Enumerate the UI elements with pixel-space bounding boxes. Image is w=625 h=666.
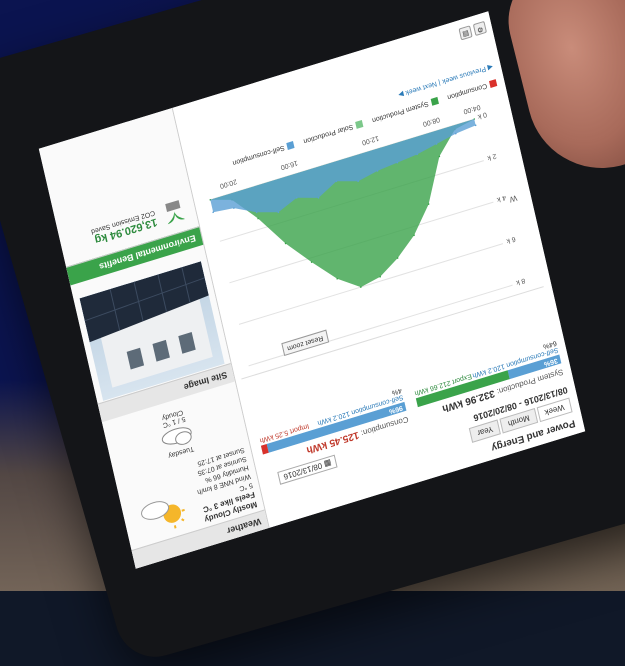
self-consumption-pct: 36% bbox=[543, 356, 559, 368]
week-nav-separator: | bbox=[437, 78, 442, 86]
date-picker-value: 08/13/2016 bbox=[282, 460, 323, 482]
y-tick-label: 0 k bbox=[476, 110, 487, 120]
y-tick-label: 8 k bbox=[515, 276, 526, 286]
series-area-solar-production bbox=[210, 119, 475, 288]
export-icon[interactable]: ▤ bbox=[458, 25, 473, 41]
y-axis-label: W bbox=[508, 193, 518, 204]
x-tick-label: 16:00 bbox=[280, 159, 298, 171]
y-tick-label: 6 k bbox=[505, 235, 516, 245]
x-tick-label: 08:00 bbox=[422, 115, 440, 127]
x-tick-label: 20:00 bbox=[219, 177, 237, 189]
legend-swatch bbox=[489, 79, 498, 88]
y-tick-label: 4 k bbox=[496, 193, 507, 203]
legend-swatch bbox=[430, 96, 439, 106]
settings-icon[interactable]: ⚙ bbox=[472, 20, 488, 37]
legend-swatch bbox=[286, 140, 295, 150]
legend-swatch bbox=[355, 120, 364, 129]
panel-icons: ⚙ ▤ bbox=[458, 20, 488, 41]
y-tick-label: 2 k bbox=[486, 152, 497, 162]
self-consumption-pct: 96% bbox=[388, 403, 404, 415]
next-week-link[interactable]: Next week ▶ bbox=[398, 80, 438, 99]
x-tick-label: 12:00 bbox=[361, 134, 379, 146]
power-chart-svg: 0 k2 k4 k6 k8 kW04:0008:0012:0016:0020:0… bbox=[209, 103, 526, 367]
power-chart: 0 k2 k4 k6 k8 k W 04:00 08:00 12:00 16:00 20:0… bbox=[196, 90, 544, 380]
plant-icon bbox=[165, 200, 186, 225]
